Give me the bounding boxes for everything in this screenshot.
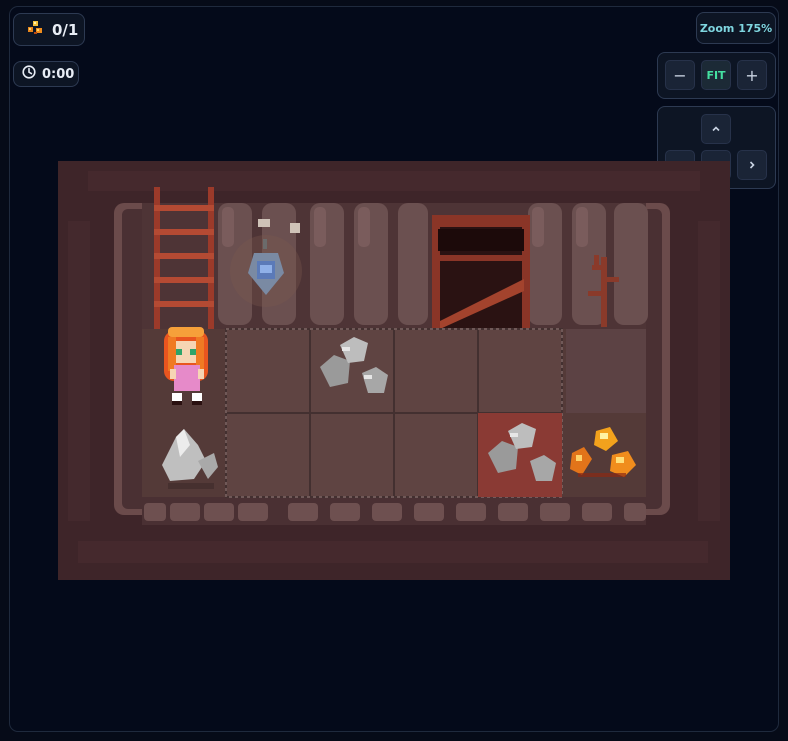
- timer: 0:00: [13, 61, 79, 87]
- mine-door: [432, 215, 530, 329]
- zoom-level-text: Zoom 175%: [699, 21, 773, 35]
- fit-button[interactable]: FIT: [701, 60, 731, 90]
- pan-right-button[interactable]: [737, 150, 767, 180]
- bottom-rocks: [142, 501, 646, 525]
- zoom-level: Zoom 175%: [696, 12, 776, 44]
- chevron-up-icon: [712, 126, 720, 132]
- clock-icon: [22, 65, 36, 83]
- cave-level: [68, 171, 720, 563]
- zoom-out-label: −: [673, 65, 687, 85]
- floor-tiles: [142, 328, 646, 498]
- game-canvas[interactable]: [58, 161, 730, 580]
- zoom-controls: − FIT +: [657, 52, 776, 99]
- zoom-in-label: +: [745, 65, 759, 85]
- chevron-right-icon: [749, 161, 755, 169]
- timer-text: 0:00: [42, 66, 75, 82]
- ore-counter-text: 0/1: [52, 20, 79, 39]
- ore-counter: 0/1: [13, 13, 85, 46]
- zoom-out-button[interactable]: −: [665, 60, 695, 90]
- zoom-in-button[interactable]: +: [737, 60, 767, 90]
- gold-ore-icon: [26, 20, 44, 40]
- back-wall: [142, 203, 648, 329]
- pan-up-button[interactable]: [701, 114, 731, 144]
- fit-label: FIT: [706, 68, 726, 82]
